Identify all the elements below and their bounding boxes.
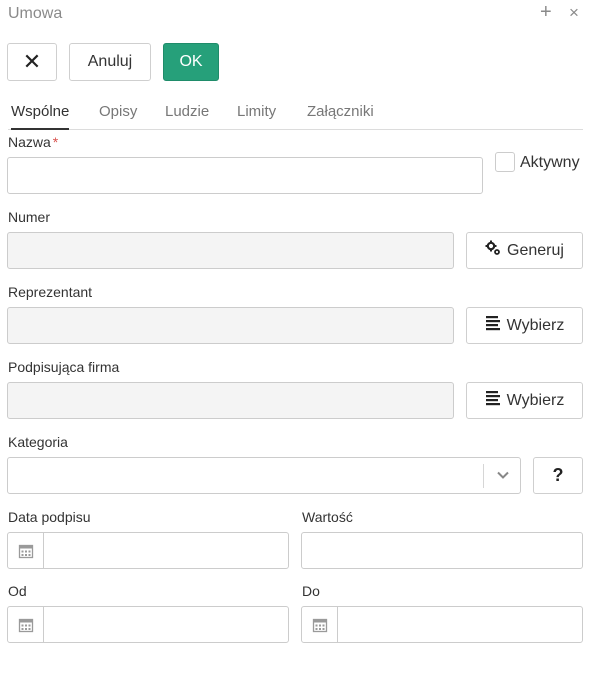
od-field [7, 606, 289, 643]
reprezentant-label: Reprezentant [8, 284, 93, 300]
ok-button[interactable]: OK [163, 43, 219, 81]
calendar-icon[interactable] [8, 607, 44, 642]
nazwa-label-text: Nazwa [8, 134, 51, 150]
nazwa-label: Nazwa * [8, 134, 58, 150]
firma-label: Podpisująca firma [8, 359, 120, 375]
data-podpisu-field [7, 532, 289, 569]
select-divider [483, 464, 484, 488]
reprezentant-input[interactable] [7, 307, 454, 344]
wartosc-input[interactable] [301, 532, 583, 569]
wybierz-reprezentant-button[interactable]: Wybierz [466, 307, 583, 344]
calendar-icon[interactable] [8, 533, 44, 568]
do-field [301, 606, 583, 643]
window-title: Umowa [8, 5, 63, 22]
kategoria-label: Kategoria [8, 434, 68, 450]
close-window-icon[interactable]: × [569, 4, 579, 21]
kategoria-select[interactable] [7, 457, 521, 494]
tab-limity[interactable]: Limity [237, 100, 276, 130]
numer-label: Numer [8, 209, 51, 225]
list-icon [485, 390, 501, 411]
wybierz-firma-button[interactable]: Wybierz [466, 382, 583, 419]
tab-wspolne[interactable]: Wspólne [11, 100, 70, 130]
tab-bar: Wspólne Opisy Ludzie Limity Załączniki [8, 100, 583, 130]
do-input[interactable] [339, 607, 582, 642]
numer-input[interactable] [7, 232, 454, 269]
calendar-icon[interactable] [302, 607, 338, 642]
do-label: Do [302, 583, 320, 599]
tab-zalaczniki[interactable]: Załączniki [307, 100, 374, 130]
nazwa-input[interactable] [7, 157, 483, 194]
tab-opisy[interactable]: Opisy [99, 100, 137, 130]
add-icon[interactable]: + [540, 2, 552, 22]
chevron-down-icon [494, 466, 512, 489]
cancel-button[interactable]: Anuluj [69, 43, 151, 81]
od-label: Od [8, 583, 27, 599]
aktywny-checkbox[interactable] [495, 152, 515, 172]
close-button[interactable]: ✕ [7, 43, 57, 81]
data-podpisu-label: Data podpisu [8, 509, 91, 525]
close-icon: ✕ [22, 49, 42, 74]
od-input[interactable] [45, 607, 288, 642]
gears-icon [485, 240, 501, 261]
tab-ludzie[interactable]: Ludzie [165, 100, 209, 130]
firma-input[interactable] [7, 382, 454, 419]
generuj-label: Generuj [507, 241, 564, 259]
data-podpisu-input[interactable] [45, 533, 288, 568]
required-mark: * [52, 134, 59, 150]
help-button[interactable]: ? [533, 457, 583, 494]
wybierz-label: Wybierz [506, 391, 565, 409]
aktywny-label: Aktywny [520, 154, 580, 171]
wybierz-label: Wybierz [506, 316, 565, 334]
generuj-button[interactable]: Generuj [466, 232, 583, 269]
wartosc-label: Wartość [302, 509, 353, 525]
list-icon [485, 315, 501, 336]
